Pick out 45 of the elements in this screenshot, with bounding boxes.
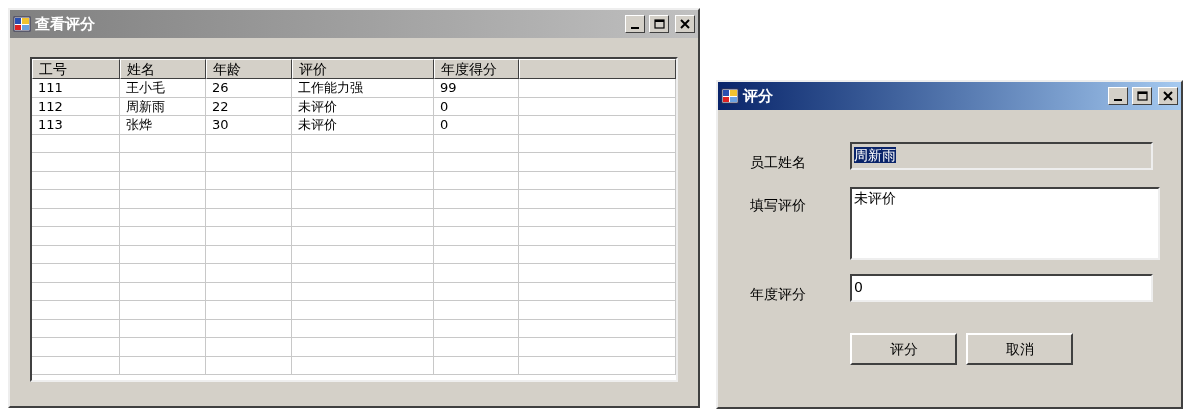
close-button[interactable] [675, 15, 695, 33]
table-cell: 未评价 [292, 116, 434, 134]
maximize-icon [1136, 91, 1148, 101]
app-icon [13, 15, 31, 33]
table-cell: 0 [434, 116, 519, 134]
app-icon [721, 87, 739, 105]
maximize-button[interactable] [1132, 87, 1152, 105]
data-grid[interactable]: 工号 姓名 年龄 评价 年度得分 111 王小毛 26 工作能力强 99 112 周新雨 22 未评价 0 113 张烨 30 未评价 0 [30, 57, 678, 382]
column-header[interactable]: 评价 [292, 59, 434, 79]
input-field[interactable]: 周新雨 [850, 142, 1153, 170]
table-cell: 张烨 [120, 116, 206, 134]
dialog-button[interactable]: 评分 [850, 333, 957, 365]
close-icon [680, 19, 690, 29]
minimize-icon [631, 26, 639, 29]
maximize-button[interactable] [649, 15, 669, 33]
minimize-button[interactable] [625, 15, 645, 33]
minimize-button[interactable] [1108, 87, 1128, 105]
table-cell: 112 [32, 97, 120, 115]
table-cell: 工作能力强 [292, 79, 434, 97]
table-cell: 0 [434, 97, 519, 115]
field-label: 填写评价 [750, 196, 807, 215]
input-field[interactable]: 0 [850, 274, 1153, 302]
dialog-button[interactable]: 取消 [966, 333, 1073, 365]
table-cell: 99 [434, 79, 519, 97]
close-icon [1163, 91, 1173, 101]
table-cell: 22 [206, 97, 292, 115]
table-cell: 30 [206, 116, 292, 134]
column-header[interactable]: 年度得分 [434, 59, 519, 79]
text-area[interactable]: 未评价 [850, 187, 1160, 260]
column-header[interactable]: 年龄 [206, 59, 292, 79]
table-cell: 113 [32, 116, 120, 134]
table-cell: 周新雨 [120, 97, 206, 115]
window-title: 评分 [743, 85, 773, 107]
minimize-icon [1114, 98, 1122, 101]
field-label: 员工姓名 [750, 153, 807, 172]
close-button[interactable] [1158, 87, 1178, 105]
column-header[interactable]: 工号 [32, 59, 120, 79]
table-cell: 111 [32, 79, 120, 97]
column-header[interactable]: 姓名 [120, 59, 206, 79]
window-title: 查看评分 [35, 13, 95, 35]
table-cell: 未评价 [292, 97, 434, 115]
table-cell: 王小毛 [120, 79, 206, 97]
field-label: 年度评分 [750, 285, 807, 304]
table-cell: 26 [206, 79, 292, 97]
maximize-icon [653, 19, 665, 29]
